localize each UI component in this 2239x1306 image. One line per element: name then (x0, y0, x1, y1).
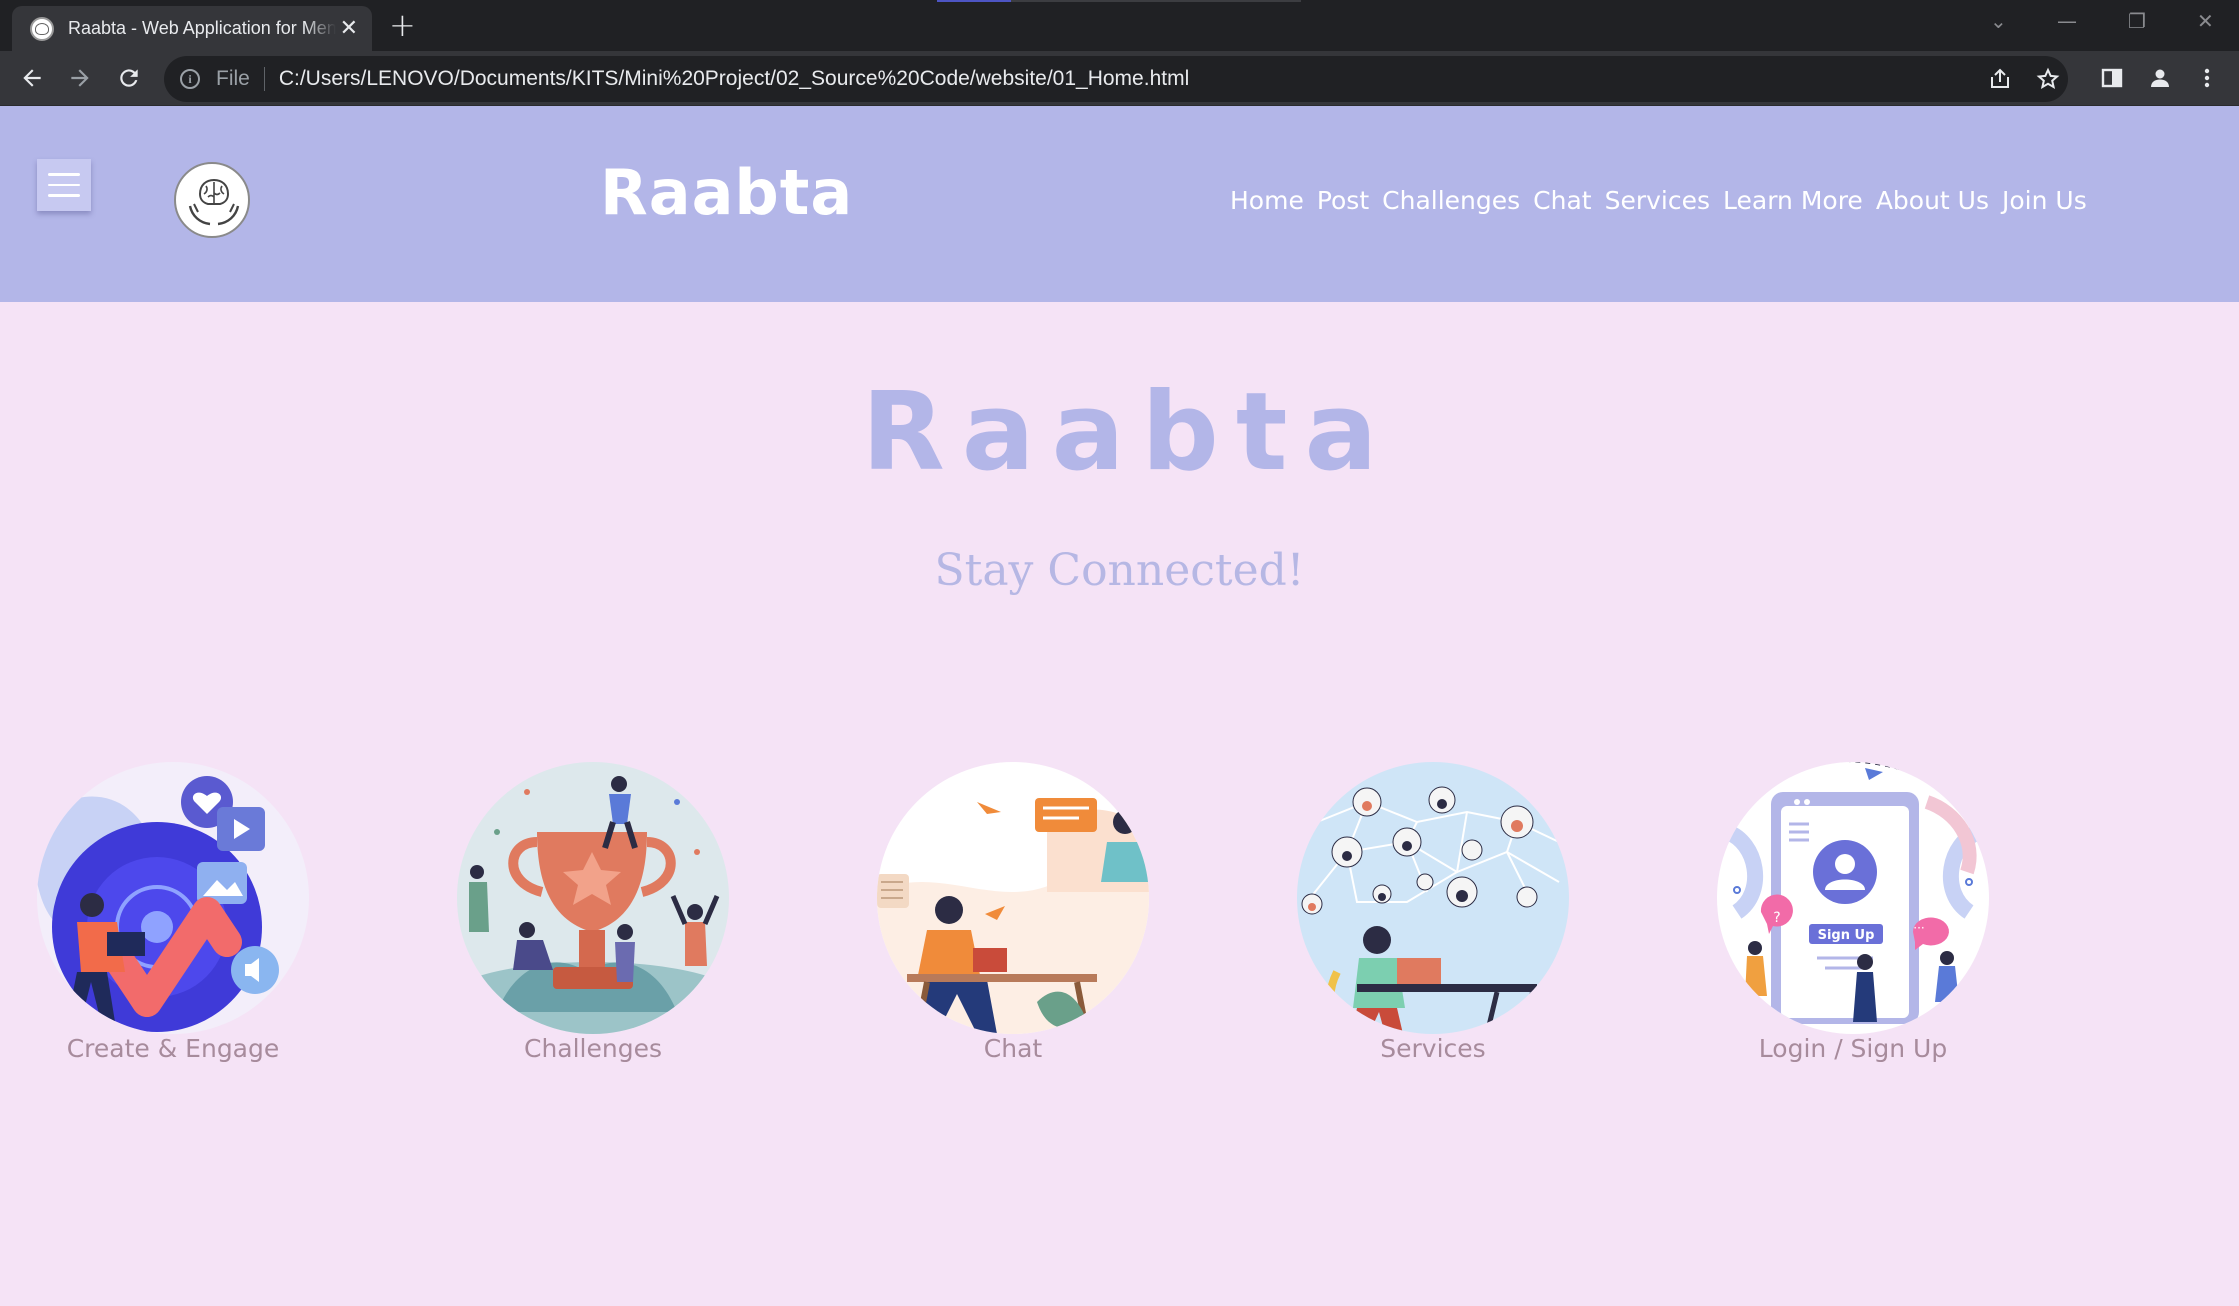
share-icon[interactable] (1988, 56, 2012, 102)
nav-link-services[interactable]: Services (1605, 186, 1710, 215)
feature-label[interactable]: Challenges (417, 1034, 769, 1063)
loading-progress-bar (937, 0, 1301, 2)
main-nav: Home Post Challenges Chat Services Learn… (1230, 186, 2087, 215)
close-tab-icon[interactable]: ✕ (340, 17, 358, 40)
browser-toolbar: i File C:/Users/LENOVO/Documents/KITS/Mi… (0, 51, 2239, 106)
chat-illustration[interactable] (877, 762, 1149, 1034)
signup-illustration[interactable]: Sign Up ? ··· (1717, 762, 1989, 1034)
star-icon[interactable] (2036, 56, 2060, 102)
challenges-illustration[interactable] (457, 762, 729, 1034)
services-illustration[interactable] (1297, 762, 1569, 1034)
feature-label[interactable]: Chat (837, 1034, 1189, 1063)
new-tab-button[interactable]: + (389, 8, 416, 42)
signup-button-text: Sign Up (1818, 928, 1875, 943)
nav-link-challenges[interactable]: Challenges (1382, 186, 1520, 215)
tab-title: Raabta - Web Application for Mental Heal… (68, 18, 336, 38)
back-arrow-icon[interactable] (15, 61, 49, 95)
browser-tab-strip: Raabta - Web Application for Mental Heal… (0, 0, 2239, 51)
kebab-menu-icon[interactable] (2190, 61, 2224, 95)
feature-services[interactable]: Services (1297, 762, 1569, 1063)
close-window-icon[interactable]: ✕ (2197, 8, 2214, 34)
brain-hands-logo[interactable] (174, 162, 250, 238)
feature-label[interactable]: Services (1257, 1034, 1609, 1063)
reload-icon[interactable] (112, 61, 146, 95)
favicon-icon (30, 16, 54, 41)
minimize-icon[interactable]: — (2057, 8, 2077, 34)
feature-label[interactable]: Create & Engage (0, 1034, 349, 1063)
svg-text:?: ? (1773, 910, 1780, 926)
feature-chat[interactable]: Chat (877, 762, 1149, 1063)
nav-link-learn-more[interactable]: Learn More (1723, 186, 1863, 215)
brand-title[interactable]: Raabta (600, 156, 853, 229)
browser-tab[interactable]: Raabta - Web Application for Mental Heal… (12, 6, 372, 51)
create-engage-illustration[interactable] (37, 762, 309, 1034)
hero-title: Raabta (861, 370, 1395, 495)
svg-text:···: ··· (1913, 921, 1924, 935)
nav-link-chat[interactable]: Chat (1533, 186, 1591, 215)
site-header: Raabta Home Post Challenges Chat Service… (0, 106, 2239, 302)
url-scheme-label: File (216, 67, 250, 90)
nav-link-join-us[interactable]: Join Us (2002, 186, 2087, 215)
hero-subtitle: Stay Connected! (934, 545, 1305, 596)
address-bar[interactable]: i File C:/Users/LENOVO/Documents/KITS/Mi… (164, 56, 2068, 102)
nav-link-post[interactable]: Post (1317, 186, 1369, 215)
forward-arrow-icon[interactable] (63, 61, 97, 95)
info-icon[interactable]: i (180, 69, 200, 89)
nav-link-about-us[interactable]: About Us (1876, 186, 1989, 215)
feature-create-engage[interactable]: Create & Engage (37, 762, 309, 1063)
restore-icon[interactable]: ❐ (2128, 8, 2146, 34)
tab-search-icon[interactable]: ⌄ (1990, 8, 2007, 34)
feature-challenges[interactable]: Challenges (457, 762, 729, 1063)
side-panel-icon[interactable] (2095, 61, 2129, 95)
feature-label[interactable]: Login / Sign Up (1677, 1034, 2029, 1063)
profile-icon[interactable] (2143, 61, 2177, 95)
url-text[interactable]: C:/Users/LENOVO/Documents/KITS/Mini%20Pr… (279, 67, 1189, 91)
nav-link-home[interactable]: Home (1230, 186, 1304, 215)
hamburger-menu-icon[interactable] (37, 159, 91, 211)
feature-login-signup[interactable]: Sign Up ? ··· Login / Sign Up (1717, 762, 1989, 1063)
